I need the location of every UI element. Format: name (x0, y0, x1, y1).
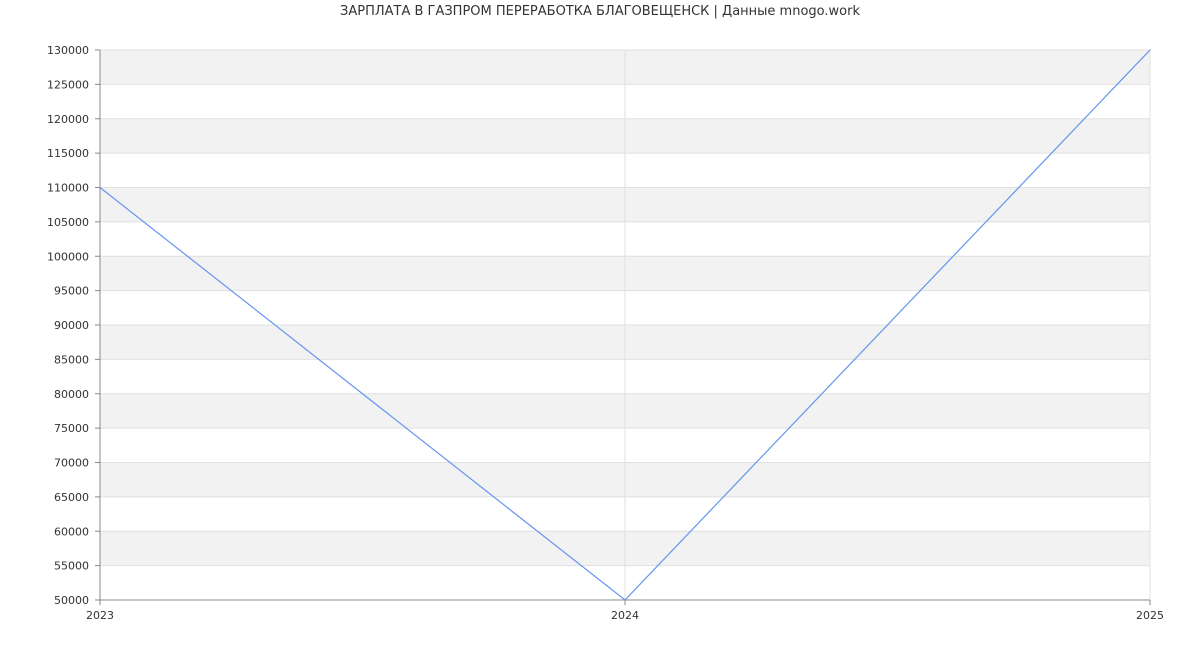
y-tick-label: 130000 (47, 44, 89, 57)
y-tick-label: 90000 (54, 319, 89, 332)
y-tick-label: 65000 (54, 491, 89, 504)
y-tick-label: 55000 (54, 560, 89, 573)
y-tick-label: 100000 (47, 250, 89, 263)
y-tick-label: 85000 (54, 353, 89, 366)
y-tick-label: 105000 (47, 216, 89, 229)
y-tick-label: 80000 (54, 388, 89, 401)
y-tick-label: 70000 (54, 457, 89, 470)
data-point (1149, 49, 1151, 51)
y-tick-label: 95000 (54, 285, 89, 298)
x-tick-label: 2024 (611, 609, 639, 622)
line-chart: 50000 55000 60000 65000 70000 75000 80000 85000… (47, 44, 1164, 622)
y-tick-label: 60000 (54, 525, 89, 538)
y-tick-label: 120000 (47, 113, 89, 126)
chart-root: ЗАРПЛАТА В ГАЗПРОМ ПЕРЕРАБОТКА БЛАГОВЕЩЕ… (0, 0, 1200, 650)
data-point (624, 599, 626, 601)
y-tick-label: 125000 (47, 78, 89, 91)
y-tick-label: 110000 (47, 182, 89, 195)
y-tick-label: 50000 (54, 594, 89, 607)
data-point (99, 186, 101, 189)
x-tick-label: 2023 (86, 609, 114, 622)
x-tick-label: 2025 (1136, 609, 1164, 622)
y-tick-label: 115000 (47, 147, 89, 160)
y-tick-label: 75000 (54, 422, 89, 435)
